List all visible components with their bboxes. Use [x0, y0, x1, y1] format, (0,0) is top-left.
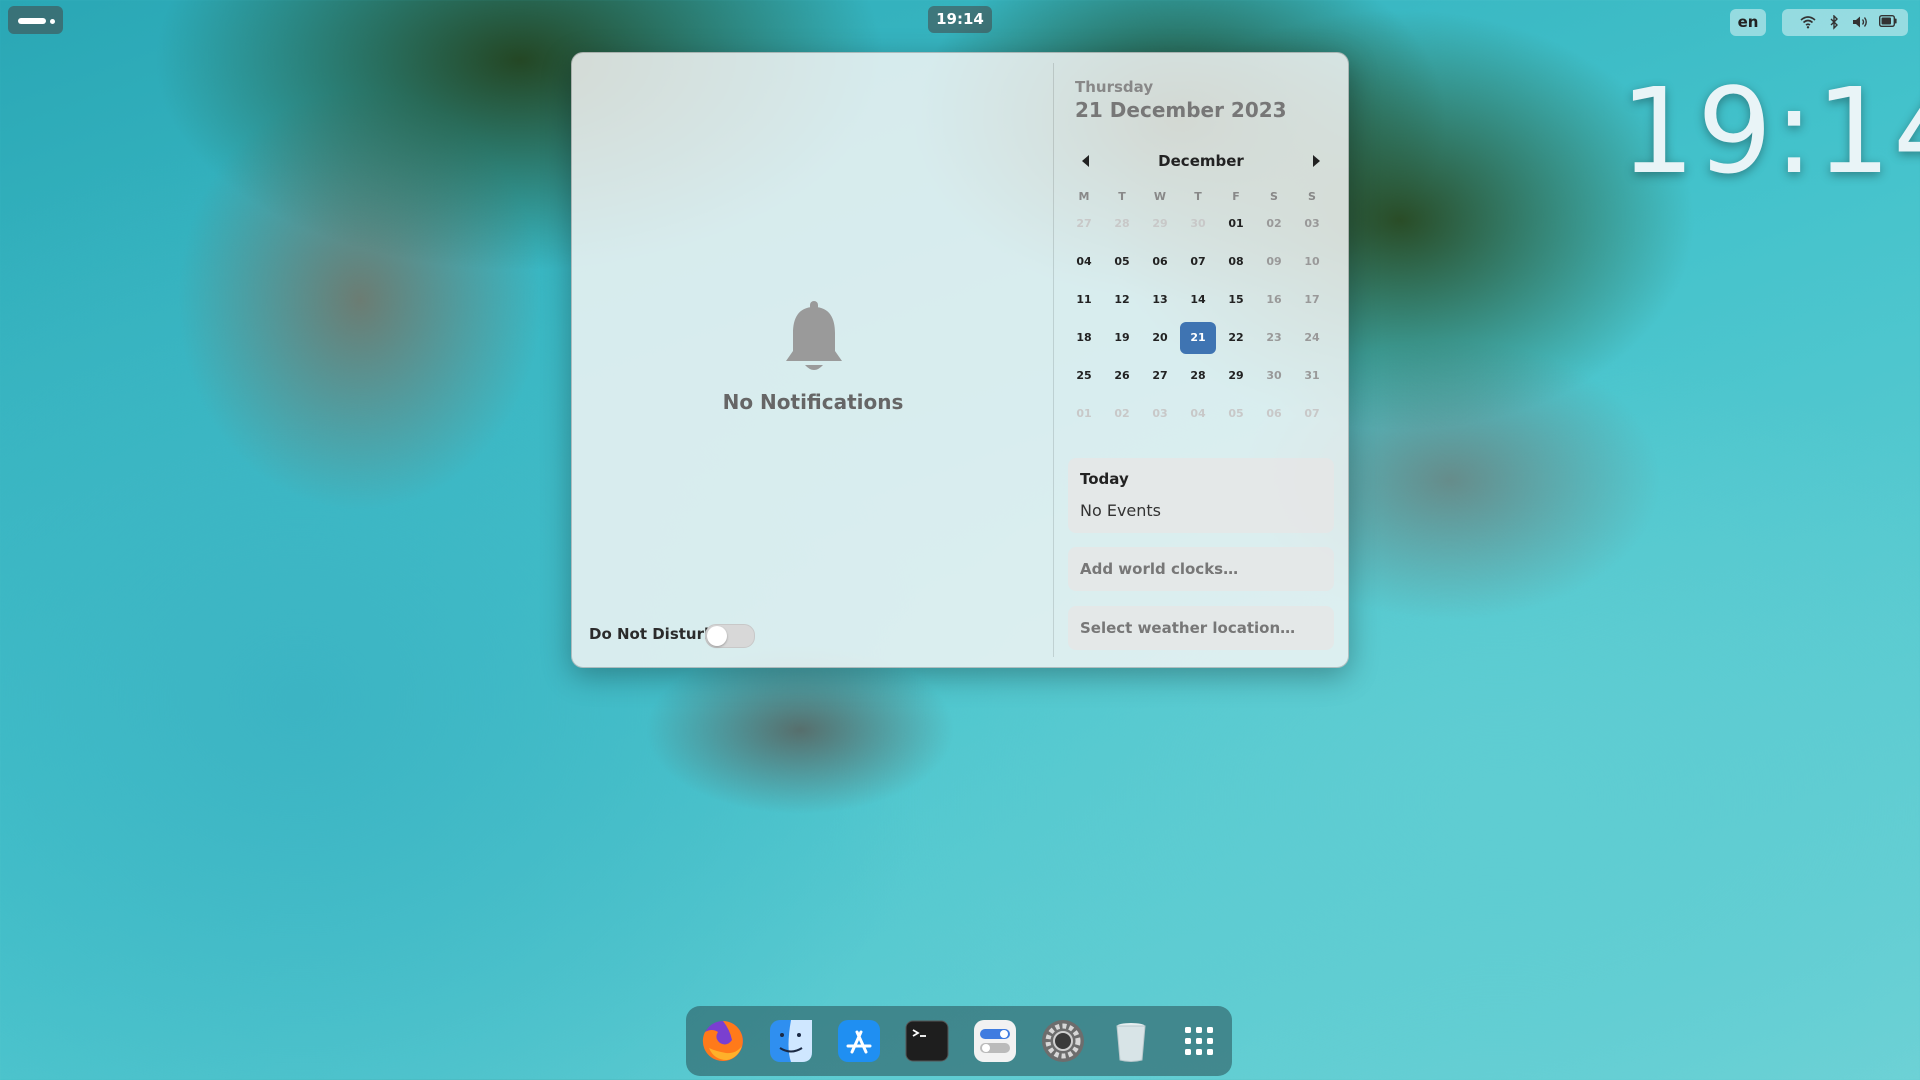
calendar-day[interactable]: 03 — [1294, 208, 1330, 240]
date-menu-panel: No Notifications Do Not Disturb Thursday… — [571, 52, 1349, 668]
calendar-day[interactable]: 14 — [1180, 284, 1216, 316]
calendar-day[interactable]: 28 — [1104, 208, 1140, 240]
no-notifications-label: No Notifications — [722, 390, 904, 414]
calendar-day[interactable]: 31 — [1294, 360, 1330, 392]
app-store-icon[interactable] — [836, 1018, 882, 1064]
calendar-day[interactable]: 30 — [1180, 208, 1216, 240]
calendar-day[interactable]: 17 — [1294, 284, 1330, 316]
calendar-day[interactable]: 09 — [1256, 246, 1292, 278]
calendar-day[interactable]: 22 — [1218, 322, 1254, 354]
weather-label: Select weather location… — [1080, 619, 1296, 637]
trash-icon[interactable] — [1108, 1018, 1154, 1064]
dnd-toggle-knob — [707, 626, 727, 646]
activities-dot-icon — [50, 19, 55, 24]
calendar-day[interactable]: 07 — [1180, 246, 1216, 278]
weather-button[interactable]: Select weather location… — [1068, 606, 1334, 650]
calendar-day[interactable]: 18 — [1066, 322, 1102, 354]
calendar-day[interactable]: 26 — [1104, 360, 1140, 392]
events-heading: Today — [1080, 470, 1129, 488]
calendar-day[interactable]: 25 — [1066, 360, 1102, 392]
calendar-day[interactable]: 01 — [1066, 398, 1102, 430]
month-label: December — [1158, 152, 1244, 170]
weekday-header: T — [1194, 190, 1202, 203]
calendar-day[interactable]: 19 — [1104, 322, 1140, 354]
firefox-icon[interactable] — [700, 1018, 746, 1064]
dnd-label: Do Not Disturb — [589, 625, 715, 643]
calendar-day[interactable]: 01 — [1218, 208, 1254, 240]
calendar-day[interactable]: 08 — [1218, 246, 1254, 278]
calendar-day[interactable]: 06 — [1256, 398, 1292, 430]
next-month-icon[interactable] — [1313, 155, 1320, 167]
calendar-day[interactable]: 03 — [1142, 398, 1178, 430]
calendar-day[interactable]: 07 — [1294, 398, 1330, 430]
calendar-day[interactable]: 10 — [1294, 246, 1330, 278]
activities-button[interactable] — [8, 6, 63, 34]
system-tray[interactable] — [1782, 9, 1908, 36]
calendar-day[interactable]: 12 — [1104, 284, 1140, 316]
bell-icon — [786, 301, 842, 370]
calendar-day[interactable]: 28 — [1180, 360, 1216, 392]
calendar-day[interactable]: 29 — [1218, 360, 1254, 392]
finder-icon[interactable] — [768, 1018, 814, 1064]
dnd-toggle[interactable] — [705, 624, 755, 648]
terminal-icon[interactable] — [904, 1018, 950, 1064]
calendar-day[interactable]: 30 — [1256, 360, 1292, 392]
weekday-header: T — [1118, 190, 1126, 203]
calendar-day[interactable]: 24 — [1294, 322, 1330, 354]
desktop-clock: 19:14 — [1620, 62, 1920, 200]
notification-area: No Notifications Do Not Disturb — [572, 53, 1054, 667]
calendar-day[interactable]: 02 — [1256, 208, 1292, 240]
weekday-header: W — [1153, 190, 1167, 203]
app-grid-icon[interactable] — [1176, 1018, 1222, 1064]
weekday-header: F — [1232, 190, 1240, 203]
calendar-day[interactable]: 15 — [1218, 284, 1254, 316]
volume-icon — [1853, 16, 1867, 28]
world-clocks-label: Add world clocks… — [1080, 560, 1239, 578]
calendar-day[interactable]: 20 — [1142, 322, 1178, 354]
calendar-day[interactable]: 02 — [1104, 398, 1140, 430]
full-date-label[interactable]: 21 December 2023 — [1075, 98, 1287, 122]
weekday-header: S — [1270, 190, 1278, 203]
language-indicator[interactable]: en — [1730, 9, 1766, 36]
calendar-day[interactable]: 05 — [1218, 398, 1254, 430]
weekday-header: S — [1308, 190, 1316, 203]
calendar-day[interactable]: 27 — [1142, 360, 1178, 392]
calendar-day[interactable]: 06 — [1142, 246, 1178, 278]
topbar-clock[interactable]: 19:14 — [928, 6, 992, 33]
bluetooth-icon — [1830, 15, 1838, 30]
weekday-header: M — [1078, 190, 1090, 203]
calendar-day[interactable]: 11 — [1066, 284, 1102, 316]
calendar-area: Thursday 21 December 2023 December M T W T F… — [1054, 53, 1348, 667]
activities-bar-icon — [18, 18, 46, 24]
events-card[interactable]: Today No Events — [1068, 458, 1334, 533]
weekday-label[interactable]: Thursday — [1075, 78, 1153, 96]
world-clocks-button[interactable]: Add world clocks… — [1068, 547, 1334, 591]
settings-icon[interactable] — [1040, 1018, 1086, 1064]
dock — [686, 1006, 1232, 1076]
calendar-day[interactable]: 04 — [1180, 398, 1216, 430]
calendar-day[interactable]: 16 — [1256, 284, 1292, 316]
tweaks-icon[interactable] — [972, 1018, 1018, 1064]
calendar-day[interactable]: 29 — [1142, 208, 1178, 240]
no-events-label: No Events — [1080, 501, 1162, 520]
calendar-day[interactable]: 13 — [1142, 284, 1178, 316]
calendar-day[interactable]: 23 — [1256, 322, 1292, 354]
calendar-day[interactable]: 04 — [1066, 246, 1102, 278]
calendar-day[interactable]: 27 — [1066, 208, 1102, 240]
calendar-day-today[interactable]: 21 — [1180, 322, 1216, 354]
wifi-icon — [1800, 16, 1816, 29]
battery-icon — [1879, 15, 1897, 27]
calendar-day[interactable]: 05 — [1104, 246, 1140, 278]
